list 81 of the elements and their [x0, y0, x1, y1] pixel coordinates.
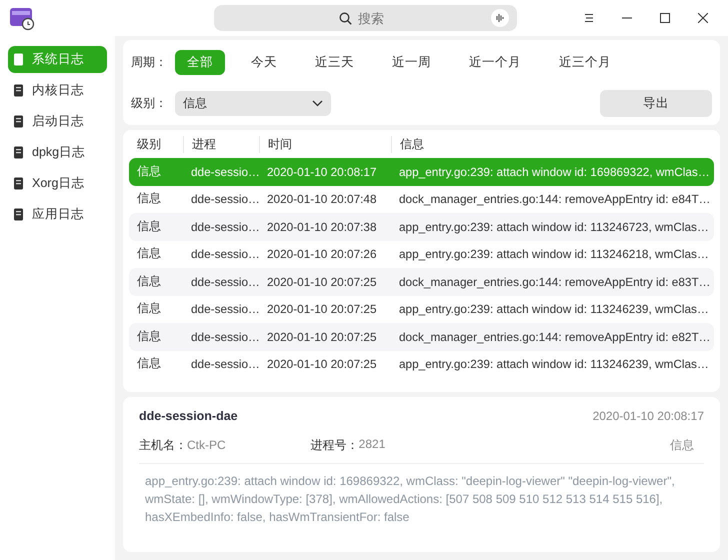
period-button[interactable]: 近一个月 [457, 50, 533, 75]
menu-icon [584, 13, 594, 23]
table-cell-text: 2020-01-10 20:08:17 [266, 164, 378, 179]
table-cell-text: 2020-01-10 20:07:38 [266, 220, 378, 234]
table-cell-text: 信息 [136, 246, 162, 262]
chevron-down-icon [312, 100, 323, 107]
sidebar-item[interactable]: Xorg日志 [8, 170, 107, 197]
table-cell-text: dde-sessio… [190, 164, 259, 179]
document-icon [13, 84, 25, 97]
table-cell-text: dock_manager_entries.go:144: removeAppEntry id: e83T… [398, 274, 712, 289]
export-button[interactable]: 导出 [600, 90, 712, 117]
sidebar-item[interactable]: dpkg日志 [8, 139, 107, 166]
maximize-icon [660, 13, 670, 23]
table-cell-text: 信息 [136, 274, 162, 290]
period-button[interactable]: 今天 [239, 50, 289, 75]
table-cell-text: 2020-01-10 20:07:25 [266, 357, 378, 372]
table-cell-text: dde-sessio… [190, 247, 259, 262]
search-icon [339, 12, 352, 24]
table-row[interactable]: 信息 dde-sessio… 2020-01-10 20:07:48 dock_manager_entries.go:144: removeAppEntry id: e84T… [129, 186, 714, 213]
host-label: 主机名： [139, 436, 187, 454]
sidebar-item[interactable]: 启动日志 [8, 108, 107, 135]
period-button[interactable]: 近三天 [303, 50, 366, 75]
table-cell-text: dde-sessio… [190, 302, 259, 316]
table-cell-text: dde-sessio… [190, 357, 259, 372]
table-cell-text: dock_manager_entries.go:144: removeAppEntry id: e82T… [398, 330, 712, 344]
table-cell-text: app_entry.go:239: attach window id: 113246723, wmClas… [398, 220, 710, 234]
table-cell-text: 2020-01-10 20:07:25 [266, 302, 378, 316]
pid-value: 2821 [358, 436, 386, 452]
search-input[interactable]: 搜索 [358, 10, 392, 26]
table-cell-text: dde-sessio… [190, 274, 259, 289]
close-icon [698, 13, 708, 23]
column-header: 信息 [391, 136, 714, 152]
table-cell-text: app_entry.go:239: attach window id: 113246218, wmClas… [398, 247, 710, 262]
sidebar-item[interactable]: 内核日志 [8, 77, 107, 104]
voice-icon[interactable] [491, 9, 509, 27]
period-label: 周期： [131, 54, 167, 71]
table-row[interactable]: 信息 dde-sessio… 2020-01-10 20:07:26 app_entry.go:239: attach window id: 113246218, wmClas… [129, 240, 714, 268]
detail-time: 2020-01-10 20:08:17 [592, 409, 704, 423]
table-cell-text: app_entry.go:239: attach window id: 169869322, wmClas… [398, 164, 711, 179]
document-icon [13, 177, 25, 190]
table-row[interactable]: 信息 dde-sessio… 2020-01-10 20:07:38 app_entry.go:239: attach window id: 113246723, wmClas… [129, 213, 714, 240]
detail-level: 信息 [670, 436, 694, 454]
host-value: Ctk-PC [187, 438, 226, 452]
table-cell-text: 信息 [136, 356, 162, 372]
table-cell-text: app_entry.go:239: attach window id: 113246239, wmClas… [398, 357, 710, 372]
table-cell-text: 信息 [136, 301, 162, 318]
document-icon [13, 146, 25, 159]
document-icon [13, 115, 25, 128]
period-button[interactable]: 近一周 [380, 50, 443, 75]
table-cell-text: dde-sessio… [190, 330, 259, 344]
table-row[interactable]: 信息 dde-sessio… 2020-01-10 20:07:25 dock_manager_entries.go:144: removeAppEntry id: e82T… [129, 323, 714, 350]
column-header: 时间 [259, 136, 391, 152]
level-dropdown[interactable]: 信息 [175, 91, 331, 116]
table-cell-text: 信息 [136, 328, 162, 345]
pid-label: 进程号： [310, 436, 359, 454]
column-header: 进程 [183, 136, 259, 152]
app-logo-icon [9, 5, 35, 31]
document-icon [13, 208, 25, 221]
document-icon [13, 53, 25, 66]
table-cell-text: dock_manager_entries.go:144: removeAppEntry id: e84T… [398, 192, 712, 206]
table-cell-text: dde-sessio… [190, 192, 259, 206]
table-cell-text: 2020-01-10 20:07:48 [266, 192, 378, 206]
detail-process: dde-session-dae [139, 409, 238, 423]
table-cell-text: 2020-01-10 20:07:25 [266, 274, 378, 289]
detail-message: app_entry.go:239: attach window id: 169869322, wmClass: "deepin-log-viewer" "deepin-log-viewer", wmState: [], wmWindowType: [378], wmAllowedActions: [507 508 509 510 512 513 514 515 516], hasXEmbedInfo: false, hasWmTransientFor: false [144, 473, 676, 526]
sidebar-item[interactable]: 应用日志 [8, 201, 107, 228]
table-cell-text: 信息 [136, 218, 162, 235]
table-cell-text: 信息 [136, 164, 162, 180]
table-row[interactable]: 信息 dde-sessio… 2020-01-10 20:07:25 dock_manager_entries.go:144: removeAppEntry id: e83T… [129, 268, 714, 296]
minimize-icon [622, 17, 632, 19]
table-cell-text: 2020-01-10 20:07:26 [266, 247, 378, 262]
level-label: 级别： [131, 95, 167, 112]
table-cell-text: dde-sessio… [190, 220, 259, 234]
table-cell-text: 2020-01-10 20:07:25 [266, 330, 378, 344]
period-button[interactable]: 近三个月 [547, 50, 623, 75]
search-field[interactable]: 搜索 [214, 5, 517, 31]
table-cell-text: 信息 [136, 191, 162, 208]
table-row[interactable]: 信息 dde-sessio… 2020-01-10 20:07:25 app_entry.go:239: attach window id: 113246239, wmClas… [129, 296, 714, 323]
column-header: 级别 [136, 136, 162, 152]
table-cell-text: app_entry.go:239: attach window id: 113246239, wmClas… [398, 302, 710, 316]
table-row[interactable]: 信息 dde-sessio… 2020-01-10 20:07:25 app_entry.go:239: attach window id: 113246239, wmClas… [129, 350, 714, 378]
